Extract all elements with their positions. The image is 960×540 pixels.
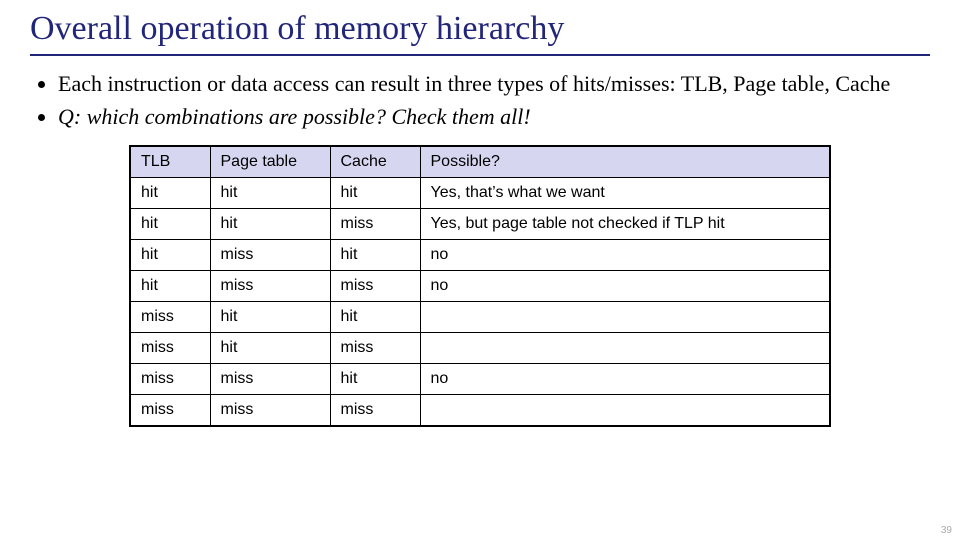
table-cell: hit: [210, 302, 330, 333]
bullet-list: Each instruction or data access can resu…: [30, 70, 930, 131]
page-title: Overall operation of memory hierarchy: [30, 10, 930, 48]
table-cell: hit: [210, 178, 330, 209]
table-cell: hit: [330, 240, 420, 271]
hitmiss-table: TLB Page table Cache Possible? hit hit h…: [129, 145, 831, 427]
table-cell: hit: [210, 333, 330, 364]
bullet-item: Q: which combinations are possible? Chec…: [58, 103, 930, 132]
table-cell: hit: [130, 209, 210, 240]
table-cell: miss: [330, 271, 420, 302]
table-cell: miss: [210, 364, 330, 395]
table-row: hit hit miss Yes, but page table not che…: [130, 209, 830, 240]
table-cell: Yes, but page table not checked if TLP h…: [420, 209, 830, 240]
slide: Overall operation of memory hierarchy Ea…: [0, 0, 960, 427]
bullet-item: Each instruction or data access can resu…: [58, 70, 930, 99]
table-row: hit miss miss no: [130, 271, 830, 302]
table-cell: hit: [130, 178, 210, 209]
table-cell: miss: [330, 395, 420, 427]
table-cell: hit: [210, 209, 330, 240]
table-row: miss miss miss: [130, 395, 830, 427]
table-cell: [420, 395, 830, 427]
table-cell: hit: [330, 178, 420, 209]
table-cell: [420, 302, 830, 333]
table-cell: miss: [330, 209, 420, 240]
page-number: 39: [941, 525, 952, 536]
table-header-row: TLB Page table Cache Possible?: [130, 146, 830, 178]
table-cell: miss: [210, 395, 330, 427]
table-row: miss hit miss: [130, 333, 830, 364]
table-cell: miss: [210, 271, 330, 302]
table-header: TLB: [130, 146, 210, 178]
table-row: hit miss hit no: [130, 240, 830, 271]
table-cell: miss: [130, 333, 210, 364]
table-cell: [420, 333, 830, 364]
table-cell: no: [420, 271, 830, 302]
table-cell: miss: [130, 395, 210, 427]
table-row: miss miss hit no: [130, 364, 830, 395]
table-cell: no: [420, 364, 830, 395]
table-cell: miss: [130, 364, 210, 395]
table-cell: hit: [130, 271, 210, 302]
table-header: Cache: [330, 146, 420, 178]
table-row: hit hit hit Yes, that’s what we want: [130, 178, 830, 209]
table-row: miss hit hit: [130, 302, 830, 333]
table-cell: hit: [330, 364, 420, 395]
table-cell: Yes, that’s what we want: [420, 178, 830, 209]
title-underline: [30, 54, 930, 56]
table-header: Page table: [210, 146, 330, 178]
table-cell: no: [420, 240, 830, 271]
table-cell: miss: [130, 302, 210, 333]
table-cell: hit: [330, 302, 420, 333]
table-cell: miss: [210, 240, 330, 271]
table-header: Possible?: [420, 146, 830, 178]
table-cell: miss: [330, 333, 420, 364]
table-cell: hit: [130, 240, 210, 271]
